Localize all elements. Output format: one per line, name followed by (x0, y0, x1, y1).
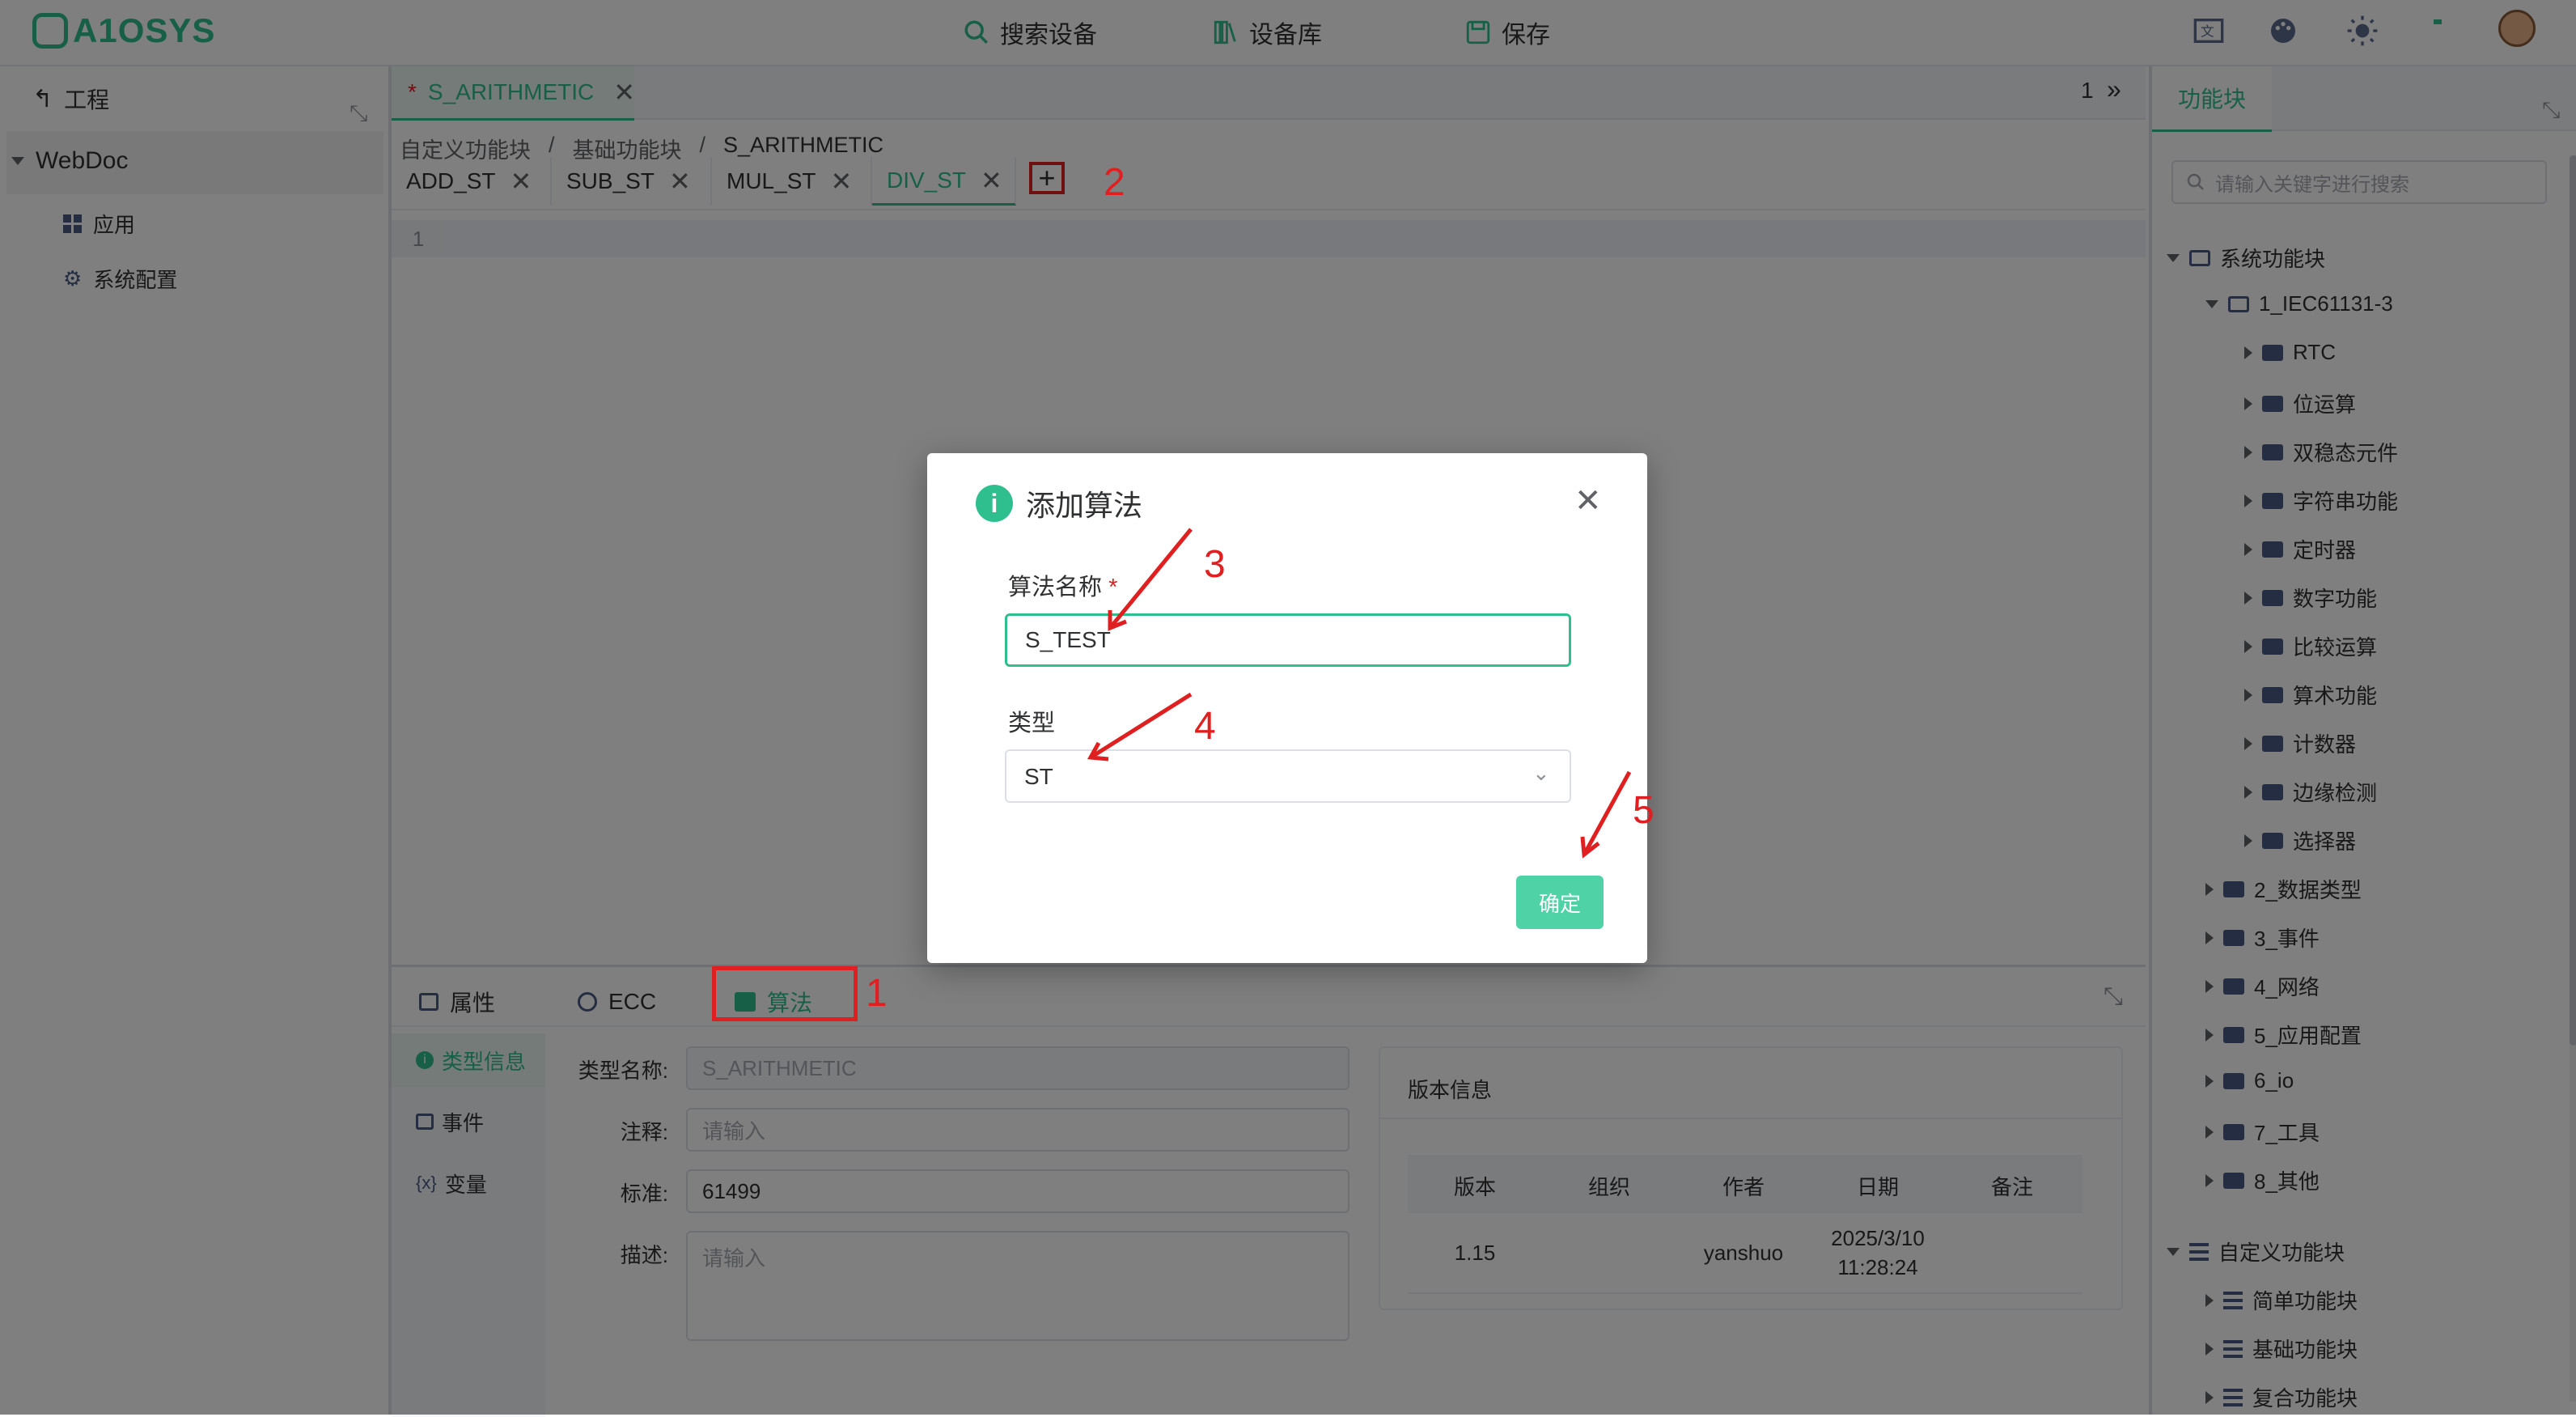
annotation-label: 1 (866, 972, 888, 1015)
annotation-arrows (1087, 528, 1632, 859)
add-algorithm-dialog: i 添加算法 ✕ 算法名称 * S_TEST 类型 ST ⌄ 确定 3 4 5 (927, 453, 1654, 963)
annotation-label: 2 (1104, 161, 1125, 204)
annotation-label: 5 (1633, 789, 1654, 832)
annotation-box (712, 966, 858, 1021)
annotation-label: 4 (1194, 705, 1216, 748)
annotation-label: 3 (1204, 543, 1226, 586)
